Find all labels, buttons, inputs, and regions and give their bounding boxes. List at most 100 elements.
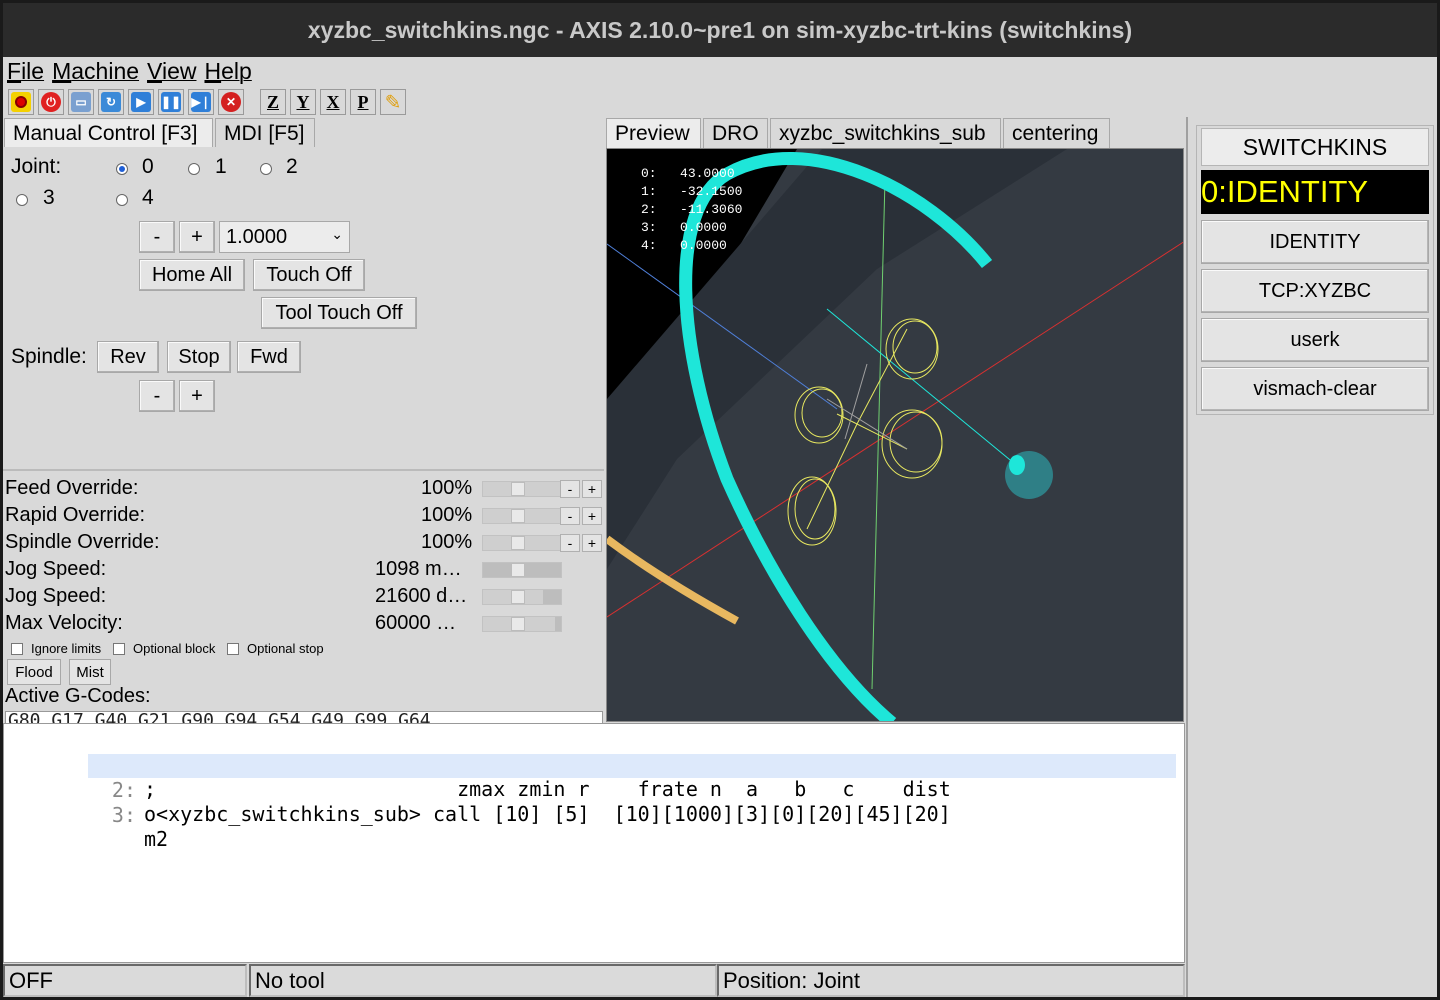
identity-button[interactable]: IDENTITY xyxy=(1201,220,1429,264)
userk-button[interactable]: userk xyxy=(1201,318,1429,362)
ignore-limits-checkbox[interactable] xyxy=(11,643,23,655)
tool-touch-off-button[interactable]: Tool Touch Off xyxy=(261,297,417,329)
joint-label-2: 2 xyxy=(286,155,298,178)
jog-increment-select[interactable]: 1.0000 ⌄ xyxy=(219,221,350,253)
tab-mdi[interactable]: MDI [F5] xyxy=(215,118,315,148)
tab-centering[interactable]: centering xyxy=(1003,118,1110,148)
switchkins-box: SWITCHKINS 0:IDENTITY IDENTITY TCP:XYZBC… xyxy=(1196,125,1434,415)
tab-xyzbc-switchkins-sub[interactable]: xyzbc_switchkins_sub xyxy=(770,118,1001,148)
jog-speed-slider[interactable] xyxy=(482,562,562,578)
dro-joint-2: 2: xyxy=(641,202,657,217)
dro-joint-4: 4: xyxy=(641,238,657,253)
pencil-icon: ✎ xyxy=(384,91,402,114)
vismach-clear-button[interactable]: vismach-clear xyxy=(1201,367,1429,411)
spindle-slower-button[interactable]: - xyxy=(139,380,175,412)
jog-plus-button[interactable]: + xyxy=(179,221,215,253)
probe-tip-highlight xyxy=(1009,455,1025,475)
menu-bar: File Machine View Help xyxy=(3,58,256,86)
preview-canvas[interactable]: 0: 43.0000 1: -32.1500 2: -11.3060 3: 0.… xyxy=(606,148,1184,722)
rapid-override-plus[interactable]: + xyxy=(582,507,602,525)
joint-radio-2[interactable] xyxy=(260,163,272,175)
view-x-button[interactable]: X xyxy=(320,89,346,115)
gcode-line-text: m2 xyxy=(144,827,169,851)
max-velocity-value: 60000 … xyxy=(375,612,457,634)
spindle-override-slider[interactable] xyxy=(482,535,562,551)
jog-speed-angular-row: Jog Speed: 21600 d… xyxy=(5,583,605,609)
gcode-line-selected[interactable]: 2: o<xyzbc_switchkins_sub> call [10] [5]… xyxy=(88,754,1176,826)
optional-stop-checkbox[interactable] xyxy=(227,643,239,655)
home-all-button[interactable]: Home All xyxy=(139,259,245,291)
gcode-line[interactable]: 1: ; zmax zmin r frate n a b c dist xyxy=(88,729,1176,801)
spindle-override-row: Spindle Override: 100% - + xyxy=(5,529,605,555)
menu-help[interactable]: Help xyxy=(200,58,255,86)
spindle-fwd-button[interactable]: Fwd xyxy=(237,341,301,373)
reload-button[interactable]: ↻ xyxy=(98,89,124,115)
window-title-bar: xyzbc_switchkins.ngc - AXIS 2.10.0~pre1 … xyxy=(0,0,1440,57)
spindle-override-value: 100% xyxy=(421,531,473,553)
view-y-button[interactable]: Y xyxy=(290,89,316,115)
switchkins-title: SWITCHKINS xyxy=(1201,128,1429,166)
step-icon: ▶❘ xyxy=(191,92,211,112)
switchkins-panel: SWITCHKINS 0:IDENTITY IDENTITY TCP:XYZBC… xyxy=(1186,117,1437,997)
mist-button[interactable]: Mist xyxy=(69,659,111,685)
pause-button[interactable]: ❚❚ xyxy=(158,89,184,115)
estop-icon xyxy=(11,92,31,112)
touch-off-button[interactable]: Touch Off xyxy=(253,259,365,291)
joint-radio-1[interactable] xyxy=(188,163,200,175)
open-icon: ▭ xyxy=(71,92,91,112)
view-z-button[interactable]: Z xyxy=(260,89,286,115)
overrides-panel: Feed Override: 100% - + Rapid Override: … xyxy=(3,469,605,725)
active-gcodes-label: Active G-Codes: xyxy=(5,685,151,707)
jog-speed-value: 1098 m… xyxy=(375,558,462,580)
tab-manual-control[interactable]: Manual Control [F3] xyxy=(4,118,213,148)
view-p-button[interactable]: P xyxy=(350,89,376,115)
feed-override-plus[interactable]: + xyxy=(582,480,602,498)
rapid-override-label: Rapid Override: xyxy=(5,504,146,526)
max-velocity-slider[interactable] xyxy=(482,616,562,632)
rapid-override-value: 100% xyxy=(421,504,473,526)
jog-speed-row: Jog Speed: 1098 m… xyxy=(5,556,605,582)
optional-block-checkbox[interactable] xyxy=(113,643,125,655)
spindle-faster-button[interactable]: + xyxy=(179,380,215,412)
estop-button[interactable] xyxy=(8,89,34,115)
run-button[interactable]: ▶ xyxy=(128,89,154,115)
rapid-override-slider[interactable] xyxy=(482,508,562,524)
rapid-override-minus[interactable]: - xyxy=(560,507,580,525)
jog-speed-angular-label: Jog Speed: xyxy=(5,585,107,607)
spindle-rev-button[interactable]: Rev xyxy=(97,341,159,373)
flood-button[interactable]: Flood xyxy=(7,659,61,685)
stop-button[interactable]: ✕ xyxy=(218,89,244,115)
tab-preview[interactable]: Preview xyxy=(606,118,701,148)
feed-override-minus[interactable]: - xyxy=(560,480,580,498)
tab-dro[interactable]: DRO xyxy=(703,118,768,148)
chevron-down-icon: ⌄ xyxy=(331,226,343,242)
tcp-xyzbc-button[interactable]: TCP:XYZBC xyxy=(1201,269,1429,313)
jog-minus-button[interactable]: - xyxy=(139,221,175,253)
pause-icon: ❚❚ xyxy=(161,92,181,112)
gcode-listing[interactable]: 1: ; zmax zmin r frate n a b c dist 2: o… xyxy=(3,723,1185,963)
jog-speed-angular-slider[interactable] xyxy=(482,589,562,605)
optional-stop-label: Optional stop xyxy=(247,641,324,656)
menu-view[interactable]: View xyxy=(143,58,200,86)
joint-radio-3[interactable] xyxy=(16,194,28,206)
open-button[interactable]: ▭ xyxy=(68,89,94,115)
power-button[interactable]: ⏻ xyxy=(38,89,64,115)
joint-label-4: 4 xyxy=(142,186,154,209)
feed-override-row: Feed Override: 100% - + xyxy=(5,475,605,501)
spindle-override-plus[interactable]: + xyxy=(582,534,602,552)
spindle-override-minus[interactable]: - xyxy=(560,534,580,552)
menu-machine[interactable]: Machine xyxy=(48,58,143,86)
dro-joint-1: 1: xyxy=(641,184,657,199)
max-velocity-label: Max Velocity: xyxy=(5,612,123,634)
clear-plot-button[interactable]: ✎ xyxy=(380,89,406,115)
menu-file[interactable]: File xyxy=(3,58,48,86)
joint-radio-0[interactable] xyxy=(116,163,128,175)
power-icon: ⏻ xyxy=(41,92,61,112)
feed-override-slider[interactable] xyxy=(482,481,562,497)
step-button[interactable]: ▶❘ xyxy=(188,89,214,115)
gcode-line[interactable]: 3: m2 xyxy=(88,779,1176,851)
dro-value-4: 0.0000 xyxy=(680,238,727,253)
spindle-stop-button[interactable]: Stop xyxy=(167,341,231,373)
ignore-limits-label: Ignore limits xyxy=(31,641,102,656)
joint-radio-4[interactable] xyxy=(116,194,128,206)
